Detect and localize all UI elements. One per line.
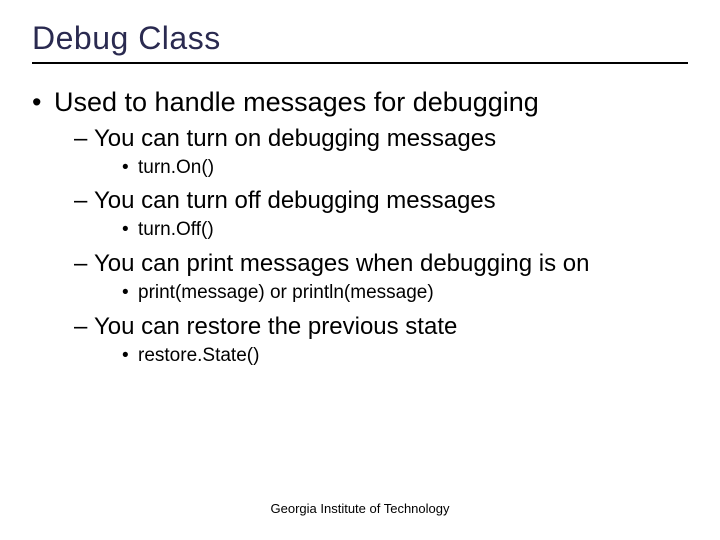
bullet-level2-text: You can restore the previous state — [94, 313, 457, 340]
bullet-dot-icon: • — [122, 156, 138, 181]
dash-icon: – — [74, 186, 94, 216]
bullet-dot-icon: • — [122, 281, 138, 306]
bullet-level2: –You can restore the previous state — [74, 312, 688, 342]
slide-title: Debug Class — [32, 20, 221, 57]
dash-icon: – — [74, 124, 94, 154]
bullet-level3-text: print(message) or println(message) — [138, 282, 434, 303]
bullet-level2: –You can turn on debugging messages — [74, 124, 688, 154]
bullet-level2-text: You can print messages when debugging is… — [94, 250, 589, 277]
bullet-level3-text: restore.State() — [138, 345, 259, 366]
bullet-level3-text: turn.On() — [138, 157, 214, 178]
title-underline — [32, 62, 688, 64]
bullet-level2-text: You can turn off debugging messages — [94, 187, 496, 214]
bullet-level3: •print(message) or println(message) — [122, 281, 688, 306]
bullet-level3: •restore.State() — [122, 344, 688, 369]
bullet-level2-text: You can turn on debugging messages — [94, 125, 496, 152]
bullet-level3: •turn.On() — [122, 156, 688, 181]
bullet-level1: •Used to handle messages for debugging — [32, 86, 688, 120]
dash-icon: – — [74, 249, 94, 279]
dash-icon: – — [74, 312, 94, 342]
bullet-level1-text: Used to handle messages for debugging — [54, 87, 539, 117]
bullet-level2: –You can print messages when debugging i… — [74, 249, 688, 279]
bullet-level2: –You can turn off debugging messages — [74, 186, 688, 216]
bullet-dot-icon: • — [32, 86, 54, 120]
bullet-level3: •turn.Off() — [122, 218, 688, 243]
bullet-dot-icon: • — [122, 344, 138, 369]
bullet-level3-text: turn.Off() — [138, 219, 214, 240]
slide-content: •Used to handle messages for debugging –… — [32, 86, 688, 375]
slide-footer: Georgia Institute of Technology — [0, 501, 720, 516]
bullet-dot-icon: • — [122, 218, 138, 243]
slide: Debug Class •Used to handle messages for… — [0, 0, 720, 540]
